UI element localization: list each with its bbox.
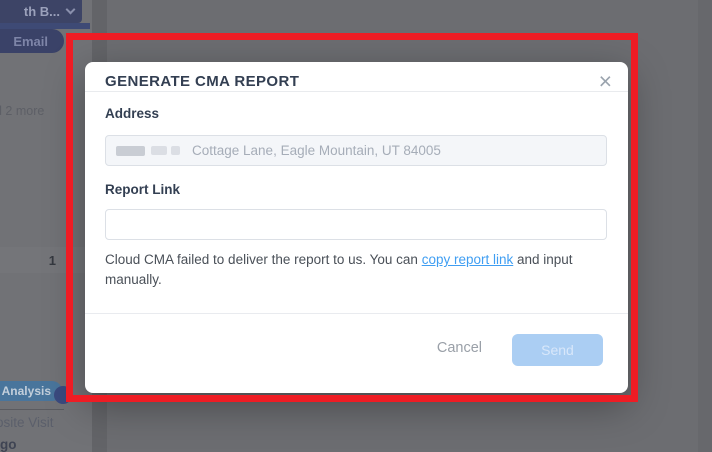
background-right-edge — [698, 0, 712, 452]
redacted-block — [151, 146, 167, 155]
helper-text: Cloud CMA failed to deliver the report t… — [105, 250, 607, 290]
cancel-button[interactable]: Cancel — [437, 334, 482, 363]
background-email-badge: Email — [0, 29, 64, 53]
background-dropdown-label: th B... — [23, 4, 60, 19]
background-more-text: d 2 more — [0, 104, 45, 118]
background-ago-text: go — [0, 437, 17, 452]
send-button[interactable]: Send — [512, 334, 603, 366]
background-divider-line — [0, 409, 64, 410]
redacted-block — [171, 146, 180, 155]
address-input: Cottage Lane, Eagle Mountain, UT 84005 — [105, 135, 607, 166]
dialog-header: GENERATE CMA REPORT × — [85, 62, 628, 93]
address-label: Address — [105, 106, 160, 121]
copy-report-link[interactable]: copy report link — [422, 252, 514, 267]
chevron-down-icon — [65, 4, 76, 15]
helper-text-before: Cloud CMA failed to deliver the report t… — [105, 252, 422, 267]
background-visit-text: osite Visit — [0, 415, 54, 430]
report-link-input[interactable] — [116, 210, 596, 239]
address-value: Cottage Lane, Eagle Mountain, UT 84005 — [192, 143, 441, 158]
background-analysis-badge: Analysis — [0, 381, 62, 401]
generate-cma-report-dialog: GENERATE CMA REPORT × Address Cottage La… — [85, 62, 628, 393]
report-link-label: Report Link — [105, 182, 181, 197]
close-icon[interactable]: × — [599, 70, 612, 93]
background-count-badge: 1 — [48, 252, 56, 268]
screen: th B... Email d 2 more 1 Analysis osite … — [0, 0, 712, 452]
background-floating-button — [54, 386, 72, 404]
background-dropdown-button: th B... — [0, 0, 82, 23]
report-link-field — [105, 209, 607, 240]
dialog-title: GENERATE CMA REPORT — [105, 73, 300, 90]
redacted-block — [116, 145, 145, 156]
dialog-footer: Cancel Send — [85, 313, 628, 393]
background-highlighted-row: 1 — [0, 247, 92, 273]
